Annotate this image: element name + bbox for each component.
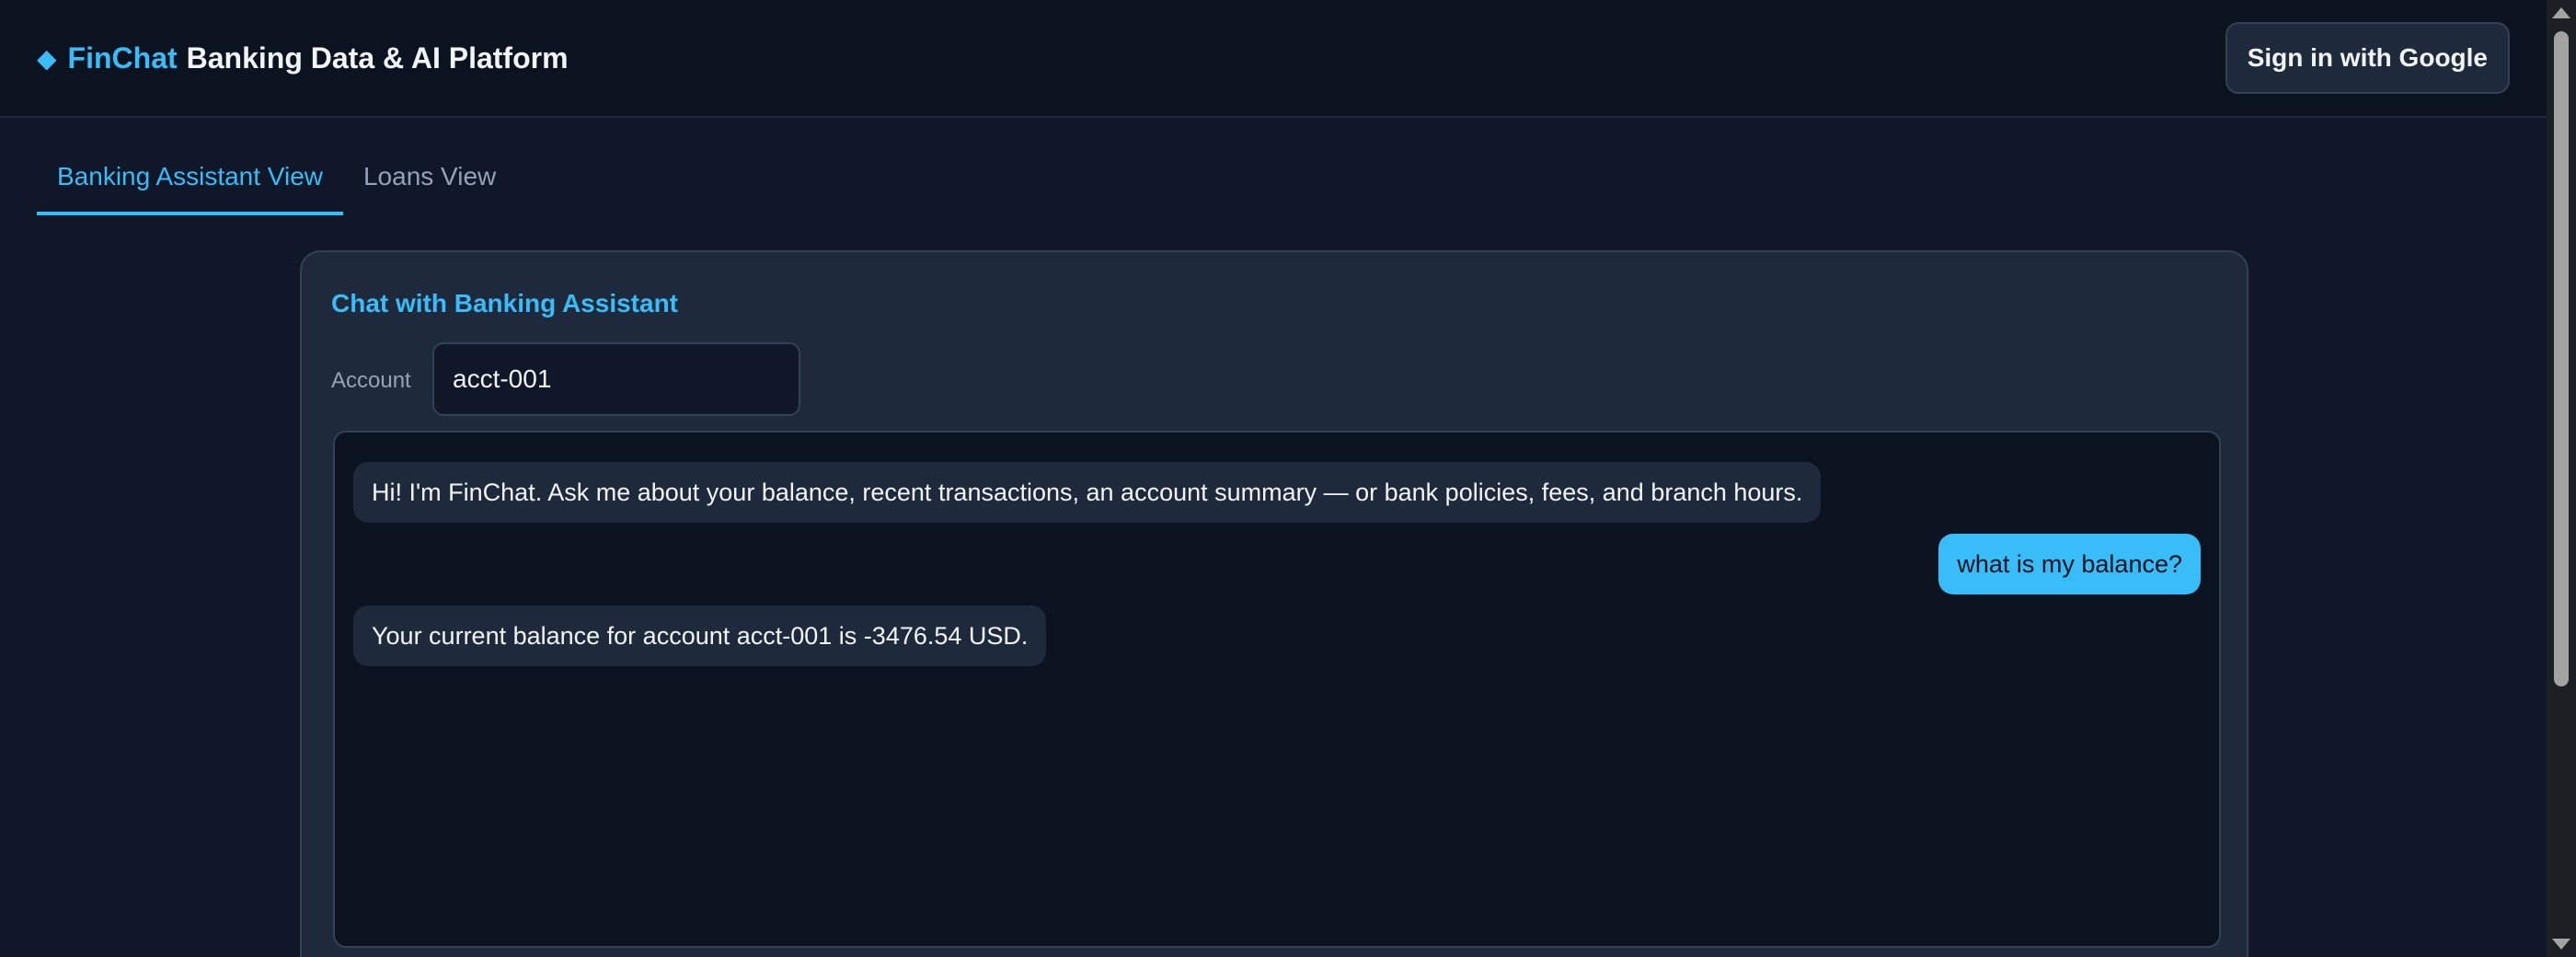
chat-messages[interactable]: Hi! I'm FinChat. Ask me about your balan… [333, 431, 2221, 948]
chat-title: Chat with Banking Assistant [331, 289, 679, 317]
view-tabs: Banking Assistant View Loans View [37, 151, 516, 215]
scroll-thumb[interactable] [2554, 31, 2569, 686]
brand-name: FinChat [67, 40, 178, 75]
account-input[interactable] [432, 342, 800, 416]
sign-in-google-button[interactable]: Sign in with Google [2225, 22, 2510, 94]
tab-loans[interactable]: Loans View [343, 151, 516, 215]
top-header: ◆ FinChat Banking Data & AI Platform Sig… [0, 0, 2547, 118]
page-scrollbar[interactable] [2547, 0, 2576, 957]
assistant-message: Hi! I'm FinChat. Ask me about your balan… [353, 462, 1822, 523]
brand-subtitle: Banking Data & AI Platform [186, 40, 569, 75]
scroll-down-icon[interactable] [2552, 939, 2570, 950]
account-label: Account [331, 368, 411, 393]
tab-banking-assistant[interactable]: Banking Assistant View [37, 151, 343, 215]
assistant-message: Your current balance for account acct-00… [353, 605, 1047, 666]
user-message: what is my balance? [1938, 534, 2201, 594]
scroll-up-icon[interactable] [2552, 7, 2570, 18]
chat-card: Chat with Banking Assistant Account Hi! … [300, 250, 2248, 957]
diamond-icon: ◆ [37, 43, 57, 73]
brand-logo: ◆ FinChat Banking Data & AI Platform [37, 41, 569, 75]
